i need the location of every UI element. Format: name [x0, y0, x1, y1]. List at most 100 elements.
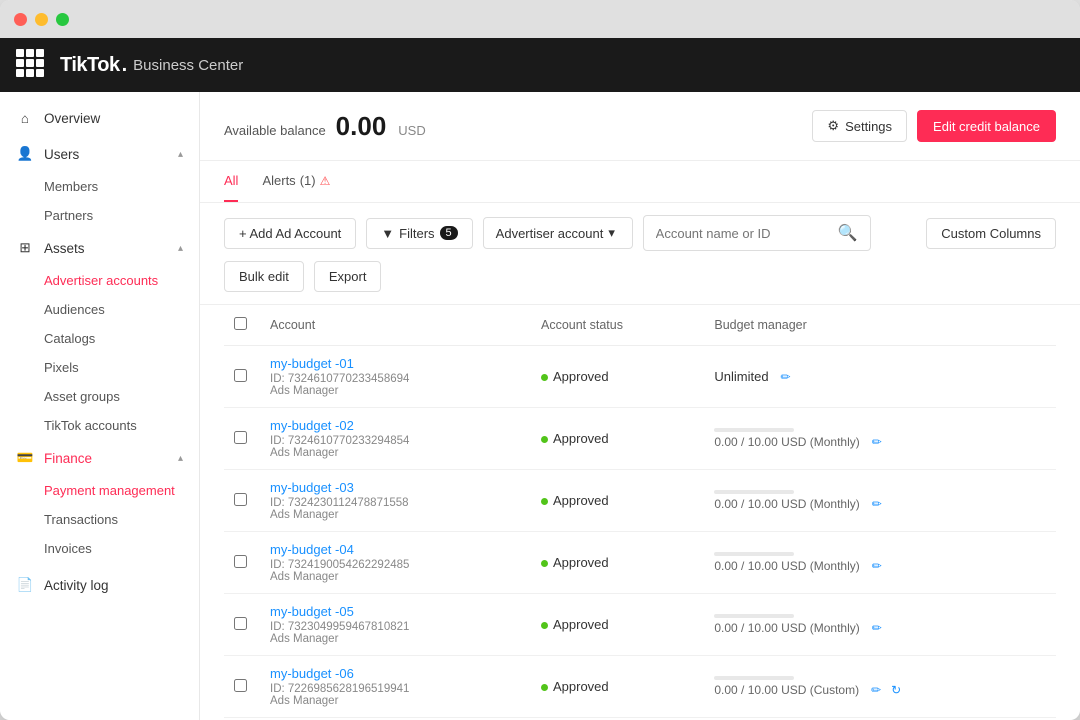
sidebar-item-catalogs[interactable]: Catalogs: [44, 324, 199, 353]
row-account-cell: my-budget -03 ID: 7324230112478871558 Ad…: [260, 470, 531, 532]
budget-progress-bar: [714, 552, 794, 556]
budget-edit-icon[interactable]: ✏: [872, 497, 882, 511]
close-button[interactable]: [14, 13, 27, 26]
account-name-link[interactable]: my-budget -04: [270, 542, 354, 557]
tab-alerts[interactable]: Alerts (1) ⚠: [262, 161, 330, 202]
budget-bar-container: 0.00 / 10.00 USD (Monthly) ✏: [714, 614, 1046, 635]
col-header-budget: Budget manager: [704, 305, 1056, 346]
sidebar-item-tiktok-accounts[interactable]: TikTok accounts: [44, 411, 199, 440]
export-label: Export: [329, 269, 367, 284]
export-button[interactable]: Export: [314, 261, 382, 292]
main-content: Available balance 0.00 USD ⚙ Settings Ed…: [200, 92, 1080, 720]
account-name-link[interactable]: my-budget -05: [270, 604, 354, 619]
row-budget-cell: 0.00 / 10.00 USD (Monthly) ✏: [704, 470, 1056, 532]
sidebar-item-overview[interactable]: ⌂ Overview: [0, 100, 199, 136]
row-budget-cell: Unlimited ✏: [704, 346, 1056, 408]
sidebar-item-activity-log[interactable]: 📄 Activity log: [0, 567, 199, 603]
account-id: ID: 7323049959467810821: [270, 621, 521, 633]
grid-menu-icon[interactable]: [16, 49, 48, 81]
row-1-checkbox[interactable]: [234, 431, 247, 444]
edit-credit-button[interactable]: Edit credit balance: [917, 110, 1056, 142]
row-budget-cell: 0.00 / 10.00 USD (Monthly) ✏: [704, 594, 1056, 656]
status-text: Approved: [553, 369, 609, 384]
row-3-checkbox[interactable]: [234, 555, 247, 568]
filter-icon: ▼: [381, 226, 394, 241]
status-indicator: [541, 374, 548, 381]
edit-credit-label: Edit credit balance: [933, 119, 1040, 134]
row-status-cell: Approved: [531, 594, 704, 656]
budget-edit-icon[interactable]: ✏: [781, 370, 791, 384]
col-header-account: Account: [260, 305, 531, 346]
finance-icon: 💳: [16, 449, 34, 467]
sidebar-item-users[interactable]: 👤 Users ▴: [0, 136, 199, 172]
users-submenu: Members Partners: [0, 172, 199, 230]
sidebar-item-assets[interactable]: ⊞ Assets ▴: [0, 230, 199, 266]
accounts-table: Account Account status Budget manager my…: [224, 305, 1056, 718]
account-type: Ads Manager: [270, 695, 521, 707]
settings-button[interactable]: ⚙ Settings: [812, 110, 907, 142]
settings-gear-icon: ⚙: [827, 118, 839, 134]
tab-alerts-count: (1): [300, 173, 316, 188]
account-name-link[interactable]: my-budget -02: [270, 418, 354, 433]
status-indicator: [541, 560, 548, 567]
budget-progress-bar: [714, 428, 794, 432]
budget-text-value: 0.00 / 10.00 USD (Monthly): [714, 621, 859, 635]
users-chevron-icon: ▴: [178, 149, 183, 160]
select-all-checkbox[interactable]: [234, 317, 247, 330]
home-icon: ⌂: [16, 109, 34, 127]
row-budget-cell: 0.00 / 10.00 USD (Monthly) ✏: [704, 408, 1056, 470]
sidebar-item-members[interactable]: Members: [44, 172, 199, 201]
account-type: Ads Manager: [270, 385, 521, 397]
budget-edit-icon[interactable]: ✏: [872, 621, 882, 635]
app-container: TikTok . Business Center ⌂ Overview 👤 Us…: [0, 38, 1080, 720]
search-input[interactable]: [656, 226, 832, 241]
budget-edit-icon[interactable]: ✏: [872, 435, 882, 449]
sidebar-item-finance[interactable]: 💳 Finance ▴: [0, 440, 199, 476]
table-row: my-budget -03 ID: 7324230112478871558 Ad…: [224, 470, 1056, 532]
account-type: Ads Manager: [270, 571, 521, 583]
row-2-checkbox[interactable]: [234, 493, 247, 506]
row-account-cell: my-budget -05 ID: 7323049959467810821 Ad…: [260, 594, 531, 656]
table-row: my-budget -01 ID: 7324610770233458694 Ad…: [224, 346, 1056, 408]
balance-amount: 0.00: [336, 111, 387, 142]
filters-button[interactable]: ▼ Filters 5: [366, 218, 472, 249]
status-indicator: [541, 498, 548, 505]
budget-edit-icon[interactable]: ✏: [871, 683, 881, 697]
custom-columns-button[interactable]: Custom Columns: [926, 218, 1056, 249]
account-name-link[interactable]: my-budget -06: [270, 666, 354, 681]
table-row: my-budget -05 ID: 7323049959467810821 Ad…: [224, 594, 1056, 656]
tab-alerts-content: Alerts (1) ⚠: [262, 173, 330, 188]
account-id: ID: 7324190054262292485: [270, 559, 521, 571]
budget-row: 0.00 / 10.00 USD (Monthly) ✏: [714, 621, 1046, 635]
add-ad-account-button[interactable]: + Add Ad Account: [224, 218, 356, 249]
filters-count-badge: 5: [440, 226, 458, 240]
toolbar: + Add Ad Account ▼ Filters 5 Advertiser …: [200, 203, 1080, 305]
budget-text-value: 0.00 / 10.00 USD (Monthly): [714, 559, 859, 573]
budget-row: Unlimited ✏: [714, 369, 1046, 384]
finance-chevron-icon: ▴: [178, 453, 183, 464]
maximize-button[interactable]: [56, 13, 69, 26]
tab-all[interactable]: All: [224, 161, 238, 202]
sidebar-item-payment-management[interactable]: Payment management: [44, 476, 199, 505]
advertiser-account-dropdown[interactable]: Advertiser account: [483, 217, 633, 249]
account-name-link[interactable]: my-budget -01: [270, 356, 354, 371]
bulk-edit-button[interactable]: Bulk edit: [224, 261, 304, 292]
budget-edit-icon[interactable]: ✏: [872, 559, 882, 573]
row-4-checkbox[interactable]: [234, 617, 247, 630]
table-row: my-budget -02 ID: 7324610770233294854 Ad…: [224, 408, 1056, 470]
tabs-bar: All Alerts (1) ⚠: [200, 161, 1080, 203]
sidebar-item-transactions[interactable]: Transactions: [44, 505, 199, 534]
sidebar: ⌂ Overview 👤 Users ▴ Members Partners ⊞ …: [0, 92, 200, 720]
account-name-link[interactable]: my-budget -03: [270, 480, 354, 495]
minimize-button[interactable]: [35, 13, 48, 26]
search-box[interactable]: 🔍: [643, 215, 871, 251]
sidebar-item-asset-groups[interactable]: Asset groups: [44, 382, 199, 411]
row-0-checkbox[interactable]: [234, 369, 247, 382]
sidebar-item-partners[interactable]: Partners: [44, 201, 199, 230]
sidebar-item-audiences[interactable]: Audiences: [44, 295, 199, 324]
budget-refresh-icon[interactable]: ↻: [891, 683, 901, 697]
sidebar-item-invoices[interactable]: Invoices: [44, 534, 199, 563]
row-5-checkbox[interactable]: [234, 679, 247, 692]
sidebar-item-advertiser-accounts[interactable]: Advertiser accounts: [44, 266, 199, 295]
sidebar-item-pixels[interactable]: Pixels: [44, 353, 199, 382]
